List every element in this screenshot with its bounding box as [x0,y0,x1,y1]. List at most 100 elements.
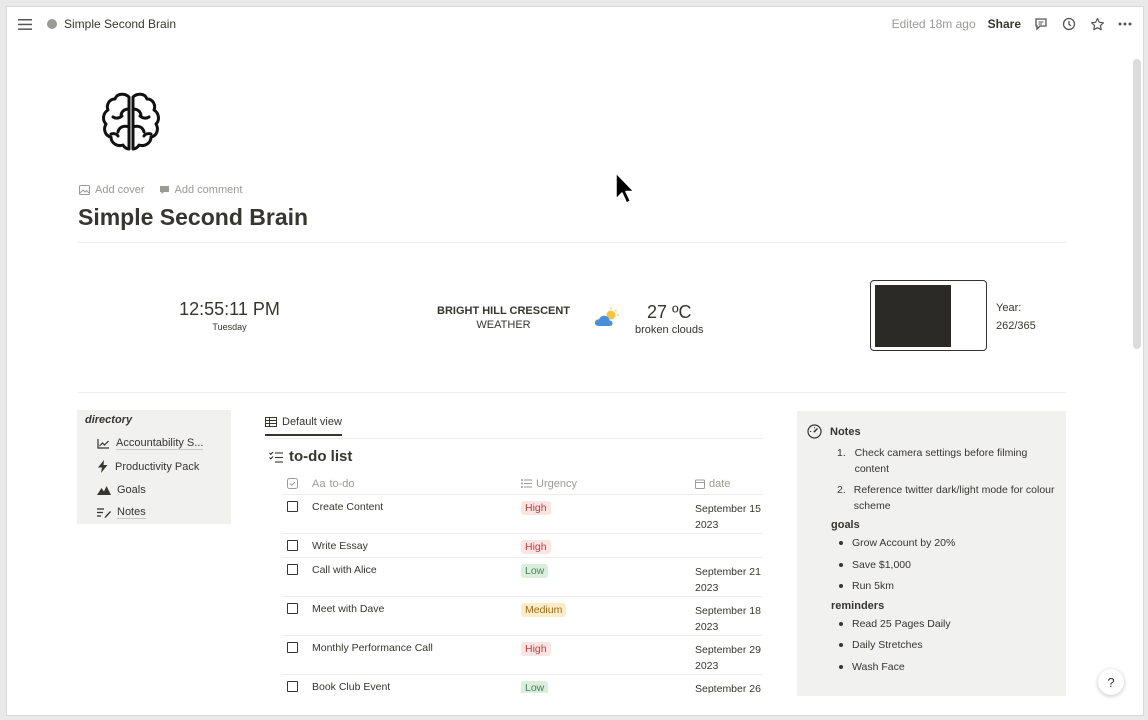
urgency-column-header[interactable]: Urgency [521,478,695,490]
pen-list-icon [97,508,111,518]
top-bar: Simple Second Brain Edited 18m ago Share [7,7,1143,41]
goals-list: Grow Account by 20% Save $1,000 Run 5km [807,535,1056,594]
list-item[interactable]: 1. Check camera settings before filming c… [837,445,1056,477]
lightning-icon [98,460,108,473]
todo-column-header[interactable]: Aa to-do [312,478,521,490]
edited-timestamp: Edited 18m ago [891,17,976,31]
urgency-tag: High [521,642,551,656]
checklist-icon [269,451,283,463]
directory-item-accountability[interactable]: Accountability S... [81,432,227,455]
urgency-tag: Low [521,564,549,578]
help-button[interactable]: ? [1098,669,1124,695]
todo-checkbox[interactable] [287,681,298,692]
todo-name[interactable]: Create Content [312,495,521,533]
todo-checkbox[interactable] [287,540,298,551]
list-icon [521,479,532,488]
notes-header: Notes [807,424,1056,439]
todo-checkbox[interactable] [287,564,298,575]
weather-label: WEATHER [476,319,531,331]
list-item[interactable]: Daily Stretches [839,637,1056,653]
directory-item-productivity-pack[interactable]: Productivity Pack [81,455,227,478]
divider [78,392,1066,393]
temperature-widget: 27 ºC broken clouds [635,302,704,336]
todo-name[interactable]: Monthly Performance Call [312,636,521,674]
table-row[interactable]: Monthly Performance Call High September … [282,636,763,675]
todo-checkbox[interactable] [287,642,298,653]
notes-callout: Notes 1. Check camera settings before fil… [797,411,1066,696]
goals-heading: goals [831,519,860,531]
checkbox-header-icon [287,478,298,489]
page-title[interactable]: Simple Second Brain [78,204,308,231]
date-column-header[interactable]: date [695,476,763,492]
todo-list-title[interactable]: to-do list [269,448,352,465]
reminders-heading: reminders [831,599,885,612]
todo-table: Aa to-do Urgency date Create Content Hig… [282,473,763,693]
add-cover-button[interactable]: Add cover [79,184,145,196]
todo-name[interactable]: Call with Alice [312,558,521,596]
year-value: 262/365 [996,320,1036,332]
table-row[interactable]: Meet with Dave Medium September 18 2023 [282,597,763,636]
todo-checkbox[interactable] [287,501,298,512]
calendar-icon [695,479,705,489]
comment-icon[interactable] [1033,16,1049,32]
list-item[interactable]: Read 25 Pages Daily [839,616,1056,632]
scrollbar[interactable] [1133,59,1141,349]
favorite-star-icon[interactable] [1089,16,1105,32]
breadcrumb[interactable]: Simple Second Brain [64,17,176,31]
brain-icon[interactable] [99,89,163,157]
directory-panel: directory Accountability S... Productivi… [77,410,231,524]
cloud-sun-icon [594,307,620,329]
list-item[interactable]: Grow Account by 20% [839,535,1056,551]
table-row[interactable]: Call with Alice Low September 21 2023 [282,558,763,597]
list-item[interactable]: Wash Face [839,659,1056,675]
history-clock-icon[interactable] [1061,16,1077,32]
directory-title: directory [85,414,133,426]
todo-checkbox[interactable] [287,603,298,614]
notion-window: Simple Second Brain Edited 18m ago Share [6,6,1144,716]
todo-name[interactable]: Book Club Event [312,675,521,693]
todo-date: September 15 2023 [695,503,761,531]
notes-list: 1. Check camera settings before filming c… [807,445,1056,514]
weather-widget: BRIGHT HILL CRESCENT WEATHER [437,305,570,331]
urgency-tag: Medium [521,603,567,617]
cover-actions: Add cover Add comment [79,184,242,196]
todo-name[interactable]: Write Essay [312,534,521,557]
hamburger-menu-icon[interactable] [17,16,33,32]
todo-date: September 18 2023 [695,605,761,633]
chart-icon [97,439,109,449]
share-button[interactable]: Share [988,17,1021,31]
divider [78,242,1066,243]
text-type-icon: Aa [312,477,326,490]
more-options-icon[interactable] [1117,16,1133,32]
checkbox-column-header[interactable] [282,478,312,489]
table-row[interactable]: Create Content High September 15 2023 [282,495,763,534]
list-item[interactable]: Run 5km [839,578,1056,594]
temperature-value: 27 ºC [646,302,692,322]
table-icon [265,417,277,427]
default-view-tab[interactable]: Default view [265,416,342,436]
table-row[interactable]: Book Club Event Low September 26 [282,675,763,693]
todo-name[interactable]: Meet with Dave [312,597,521,635]
year-progress-box [870,280,987,351]
table-row[interactable]: Write Essay High [282,534,763,558]
list-item[interactable]: Save $1,000 [839,557,1056,573]
directory-item-notes[interactable]: Notes [81,501,227,524]
urgency-tag: High [521,540,551,554]
mountain-icon [97,485,111,495]
list-item[interactable]: 2. Reference twitter dark/light mode for … [837,482,1056,514]
weather-condition: broken clouds [635,324,704,336]
mouse-cursor-icon [615,172,637,206]
todo-date: September 29 2023 [695,644,761,672]
divider [265,438,763,439]
urgency-tag: High [521,501,551,515]
year-progress-fill [875,285,951,347]
directory-item-goals[interactable]: Goals [81,478,227,501]
clock-widget: 12:55:11 PM Tuesday [157,299,302,332]
reminders-list: Read 25 Pages Daily Daily Stretches Wash… [807,616,1056,675]
add-comment-button[interactable]: Add comment [159,184,242,196]
page-icon [47,19,57,29]
year-progress-text: Year: 262/365 [996,299,1036,335]
weather-location: BRIGHT HILL CRESCENT [437,305,571,317]
todo-date: September 26 [695,683,761,693]
urgency-tag: Low [521,681,549,693]
